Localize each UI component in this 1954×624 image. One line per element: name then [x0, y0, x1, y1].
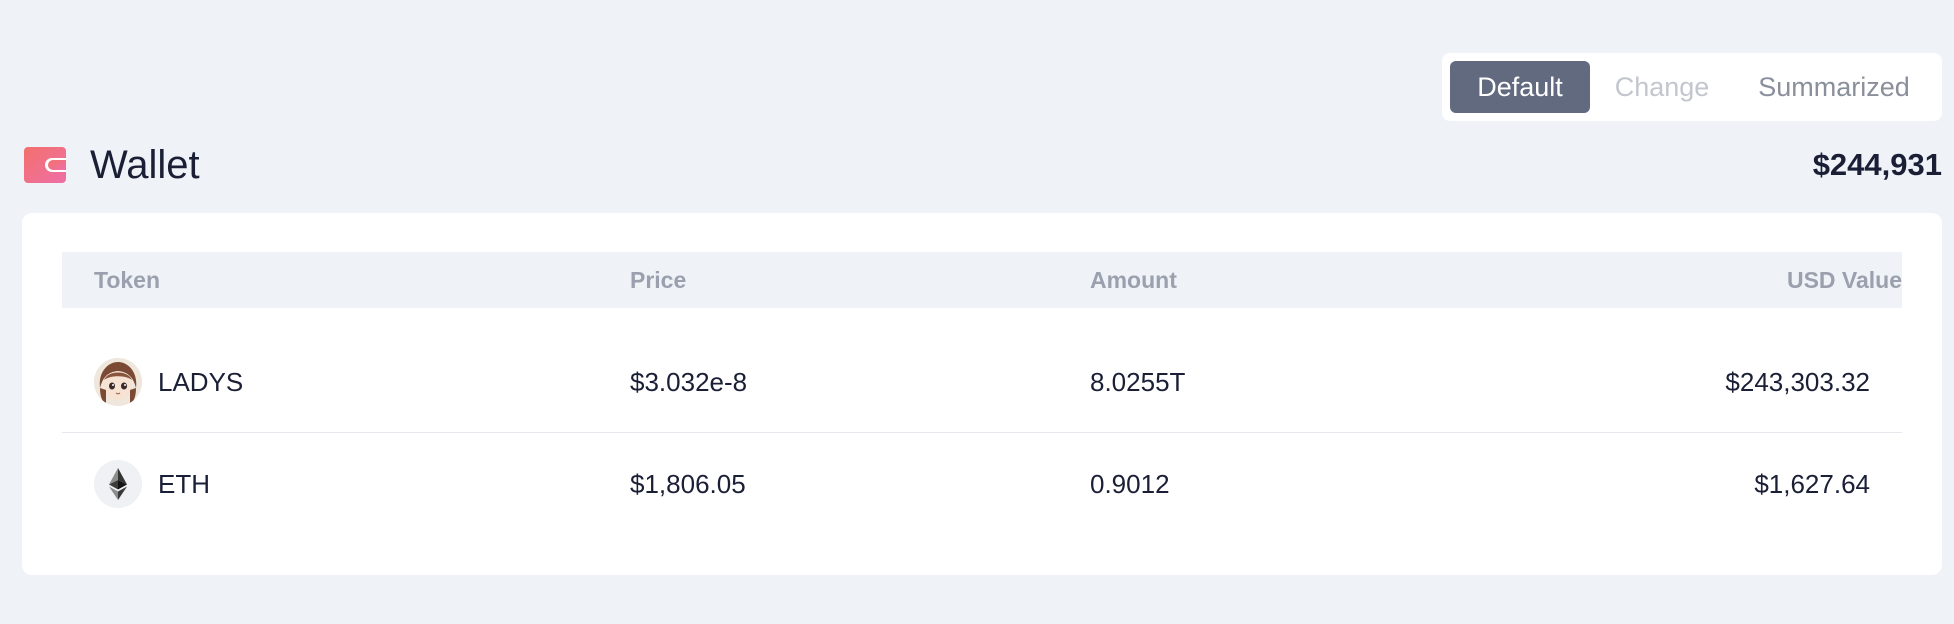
- wallet-card: Token Price Amount USD Value LADYS $3.03…: [22, 213, 1942, 575]
- table-row[interactable]: LADYS $3.032e-8 8.0255T $243,303.32: [62, 332, 1902, 433]
- token-name: ETH: [158, 468, 210, 499]
- header-usd-value: USD Value: [1786, 266, 1902, 293]
- token-name: LADYS: [158, 366, 244, 397]
- wallet-total-value: $244,931: [1812, 147, 1942, 182]
- wallet-title-group: Wallet: [24, 143, 200, 188]
- wallet-header: Wallet $244,931: [24, 138, 1942, 192]
- token-price: $1,806.05: [630, 468, 746, 499]
- default-view-button[interactable]: Default: [1450, 61, 1590, 113]
- token-amount: 0.9012: [1090, 468, 1170, 499]
- header-amount: Amount: [1090, 266, 1177, 293]
- token-price: $3.032e-8: [630, 366, 748, 397]
- wallet-icon: [24, 147, 66, 183]
- token-usd-value: $243,303.32: [1725, 366, 1870, 397]
- eth-token-icon: [94, 460, 142, 508]
- ladys-token-icon: [94, 358, 142, 406]
- change-view-button[interactable]: Change: [1590, 61, 1734, 113]
- wallet-title: Wallet: [90, 142, 200, 187]
- table-header: Token Price Amount USD Value: [62, 252, 1902, 308]
- header-price: Price: [630, 266, 687, 293]
- token-amount: 8.0255T: [1090, 366, 1186, 397]
- header-token: Token: [94, 266, 161, 293]
- view-toggle: Default Change Summarized: [1442, 53, 1942, 121]
- token-cell: ETH: [94, 460, 210, 508]
- token-usd-value: $1,627.64: [1754, 468, 1870, 499]
- table-row[interactable]: ETH $1,806.05 0.9012 $1,627.64: [62, 434, 1902, 534]
- summarized-view-button[interactable]: Summarized: [1734, 61, 1934, 113]
- token-cell: LADYS: [94, 358, 243, 406]
